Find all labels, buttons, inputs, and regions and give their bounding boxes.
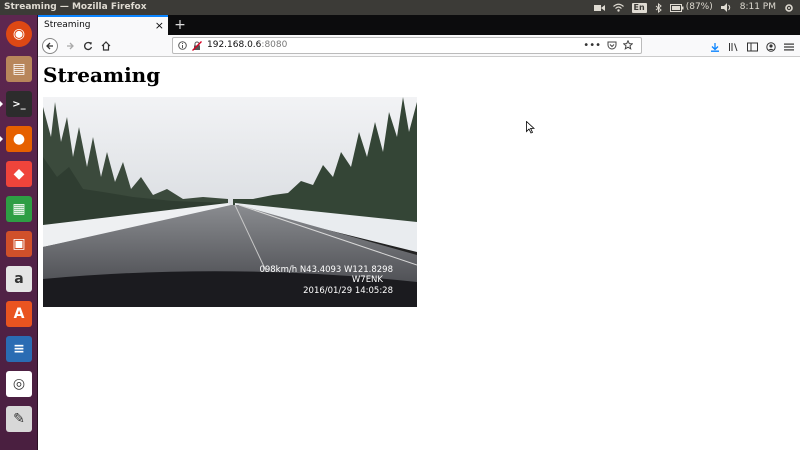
account-icon[interactable]: [766, 37, 776, 56]
video-stream[interactable]: 098km/h N43.4093 W121.8298 W7ENK 2016/01…: [43, 97, 417, 307]
tab-streaming[interactable]: Streaming ×: [38, 15, 168, 35]
bluetooth-icon[interactable]: [655, 0, 662, 15]
home-button[interactable]: [98, 38, 114, 54]
anydesk-icon: ◆: [6, 161, 32, 187]
libreoffice-writer-launcher[interactable]: ≡: [3, 333, 35, 365]
battery-icon: [669, 3, 684, 12]
wifi-icon[interactable]: [612, 0, 624, 15]
chrome-launcher[interactable]: ◎: [3, 368, 35, 400]
close-tab-icon[interactable]: ×: [155, 17, 164, 34]
anydesk-launcher[interactable]: ◆: [3, 158, 35, 190]
overlay-callsign: W7ENK: [351, 275, 383, 285]
download-icon[interactable]: [710, 37, 720, 56]
reload-icon: [84, 41, 93, 51]
url-bar[interactable]: 192.168.0.6:8080 •••: [172, 37, 642, 54]
amazon-icon: a: [6, 266, 32, 292]
libreoffice-impress-icon: ▣: [6, 231, 32, 257]
text-editor-launcher[interactable]: ✎: [3, 403, 35, 435]
text-editor-icon: ✎: [6, 406, 32, 432]
ubuntu-dash-icon: ◉: [6, 21, 32, 47]
arrow-right-icon: [67, 42, 74, 50]
software-center-launcher[interactable]: A: [3, 298, 35, 330]
url-host: 192.168.0.6: [207, 40, 262, 50]
home-icon: [101, 41, 111, 51]
terminal-icon: >_: [6, 91, 32, 117]
software-center-icon: A: [6, 301, 32, 327]
page-title: Streaming: [43, 63, 161, 87]
video-camera-icon[interactable]: [593, 0, 605, 15]
page-actions-icon[interactable]: •••: [583, 38, 601, 53]
indicator-area: En (87%) 8:11 PM: [593, 0, 800, 15]
libreoffice-impress-launcher[interactable]: ▣: [3, 228, 35, 260]
overlay-timestamp: 2016/01/29 14:05:28: [303, 286, 393, 296]
firefox-icon: ●: [6, 126, 32, 152]
clock[interactable]: 8:11 PM: [740, 0, 776, 15]
libreoffice-calc-icon: ▦: [6, 196, 32, 222]
amazon-launcher[interactable]: a: [3, 263, 35, 295]
url-port: :8080: [261, 40, 288, 50]
libreoffice-calc-launcher[interactable]: ▦: [3, 193, 35, 225]
top-panel: Streaming — Mozilla Firefox En (87%) 8:1…: [0, 0, 800, 15]
volume-icon[interactable]: [720, 0, 732, 15]
insecure-lock-icon[interactable]: [192, 41, 202, 57]
firefox-launcher[interactable]: ●: [0, 123, 35, 155]
chrome-icon: ◎: [6, 371, 32, 397]
files-launcher[interactable]: ▤: [3, 53, 35, 85]
mouse-cursor-icon: [526, 119, 536, 138]
url-text: 192.168.0.6:8080: [207, 38, 287, 53]
nav-bar: 192.168.0.6:8080 •••: [38, 35, 800, 57]
bookmark-star-icon[interactable]: [622, 39, 634, 56]
new-tab-button[interactable]: +: [172, 15, 188, 35]
library-icon[interactable]: [728, 37, 739, 56]
tab-title: Streaming: [44, 20, 91, 30]
tab-bar: Streaming × +: [38, 15, 800, 35]
forward-button[interactable]: [62, 38, 78, 54]
power-gear-icon[interactable]: [784, 0, 794, 15]
sidebar-icon[interactable]: [747, 37, 758, 56]
terminal-launcher[interactable]: >_: [0, 88, 35, 120]
libreoffice-writer-icon: ≡: [6, 336, 32, 362]
back-button[interactable]: [42, 38, 58, 54]
arrow-left-icon: [46, 42, 53, 50]
keyboard-layout-indicator[interactable]: En: [631, 0, 647, 15]
ubuntu-dash-launcher[interactable]: ◉: [3, 18, 35, 50]
page-content: Streaming 098km/h N43.4093 W121.8298 W7E…: [38, 57, 800, 450]
pocket-icon[interactable]: [607, 41, 617, 56]
menu-hamburger-icon[interactable]: [784, 37, 794, 56]
info-icon[interactable]: [178, 41, 187, 56]
files-icon: ▤: [6, 56, 32, 82]
battery-indicator[interactable]: (87%): [669, 0, 713, 15]
toolbar-right: [710, 38, 794, 54]
window-title: Streaming — Mozilla Firefox: [4, 2, 147, 12]
unity-launcher: ◉ ▤ >_ ● ◆ ▦ ▣ a A ≡ ◎ ✎: [0, 15, 38, 450]
battery-percent: (87%): [685, 2, 713, 12]
reload-button[interactable]: [80, 38, 96, 54]
